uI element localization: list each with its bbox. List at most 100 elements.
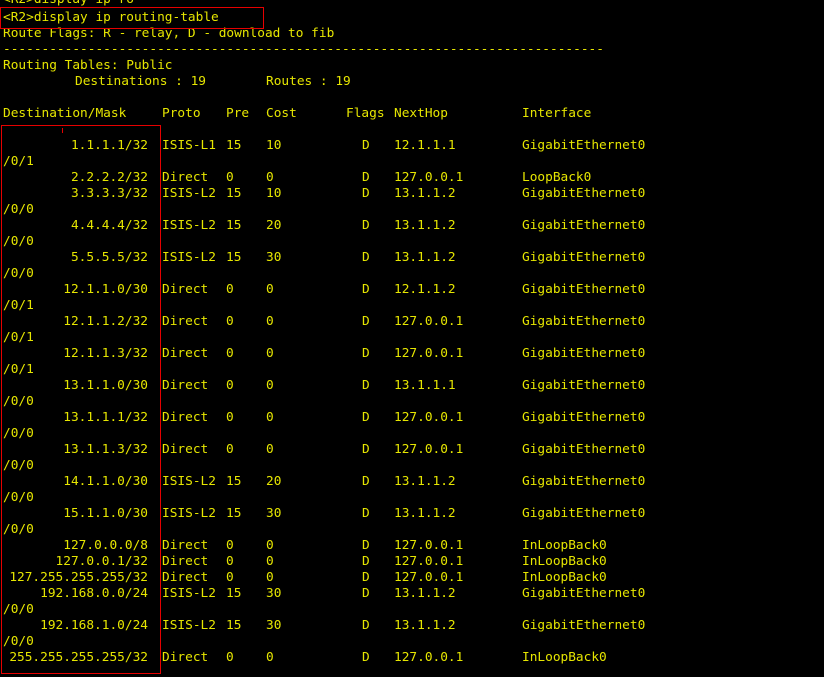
route-cost: 0 — [266, 538, 274, 553]
route-flags: D — [362, 250, 370, 265]
route-nexthop: 127.0.0.1 — [394, 538, 464, 553]
route-nexthop: 13.1.1.1 — [394, 378, 456, 393]
route-proto: ISIS-L2 — [162, 250, 216, 265]
route-preference: 15 — [226, 586, 242, 601]
route-proto: ISIS-L2 — [162, 186, 216, 201]
route-nexthop: 127.0.0.1 — [394, 442, 464, 457]
route-preference: 15 — [226, 218, 242, 233]
routing-tables-label: Routing Tables: Public — [3, 58, 173, 73]
route-cost: 0 — [266, 378, 274, 393]
route-proto: ISIS-L2 — [162, 586, 216, 601]
summary-line: Destinations : 19 Routes : 19 — [3, 74, 824, 90]
route-preference: 15 — [226, 250, 242, 265]
route-flags: D — [362, 378, 370, 393]
route-nexthop: 127.0.0.1 — [394, 554, 464, 569]
route-nexthop: 13.1.1.2 — [394, 586, 456, 601]
route-flags: D — [362, 218, 370, 233]
route-interface: GigabitEthernet0 — [522, 618, 646, 633]
header-destination: Destination/Mask — [3, 106, 127, 121]
route-interface: InLoopBack0 — [522, 554, 607, 569]
route-cost: 20 — [266, 474, 282, 489]
route-interface: GigabitEthernet0 — [522, 442, 646, 457]
route-cost: 0 — [266, 554, 274, 569]
route-nexthop: 13.1.1.2 — [394, 250, 456, 265]
route-cost: 30 — [266, 586, 282, 601]
route-cost: 30 — [266, 506, 282, 521]
route-flags: D — [362, 186, 370, 201]
route-interface: GigabitEthernet0 — [522, 410, 646, 425]
route-interface: GigabitEthernet0 — [522, 186, 646, 201]
route-flags: D — [362, 314, 370, 329]
route-nexthop: 12.1.1.1 — [394, 138, 456, 153]
route-cost: 30 — [266, 618, 282, 633]
route-preference: 0 — [226, 538, 234, 553]
route-interface: InLoopBack0 — [522, 650, 607, 665]
route-cost: 0 — [266, 282, 274, 297]
route-proto: Direct — [162, 410, 209, 425]
route-interface: GigabitEthernet0 — [522, 474, 646, 489]
route-preference: 0 — [226, 282, 234, 297]
route-interface: GigabitEthernet0 — [522, 138, 646, 153]
route-preference: 15 — [226, 474, 242, 489]
route-interface: GigabitEthernet0 — [522, 378, 646, 393]
route-preference: 0 — [226, 314, 234, 329]
route-preference: 15 — [226, 618, 242, 633]
route-proto: Direct — [162, 442, 209, 457]
route-preference: 15 — [226, 186, 242, 201]
route-cost: 0 — [266, 314, 274, 329]
route-flags: D — [362, 282, 370, 297]
route-interface: GigabitEthernet0 — [522, 218, 646, 233]
route-flags: D — [362, 346, 370, 361]
route-interface: InLoopBack0 — [522, 538, 607, 553]
header-proto: Proto — [162, 106, 201, 121]
route-proto: Direct — [162, 282, 209, 297]
route-flags: D — [362, 554, 370, 569]
route-cost: 0 — [266, 346, 274, 361]
header-pre: Pre — [226, 106, 250, 121]
route-preference: 0 — [226, 650, 234, 665]
route-preference: 15 — [226, 506, 242, 521]
route-cost: 20 — [266, 218, 282, 233]
route-flags: D — [362, 570, 370, 585]
route-nexthop: 13.1.1.2 — [394, 474, 456, 489]
route-cost: 30 — [266, 250, 282, 265]
route-cost: 10 — [266, 138, 282, 153]
route-preference: 0 — [226, 442, 234, 457]
route-cost: 10 — [266, 186, 282, 201]
route-interface: GigabitEthernet0 — [522, 250, 646, 265]
route-flags: D — [362, 410, 370, 425]
route-nexthop: 127.0.0.1 — [394, 346, 464, 361]
route-proto: Direct — [162, 554, 209, 569]
route-proto: Direct — [162, 538, 209, 553]
route-preference: 0 — [226, 346, 234, 361]
command-highlight-box — [0, 7, 264, 29]
route-nexthop: 127.0.0.1 — [394, 570, 464, 585]
route-proto: Direct — [162, 346, 209, 361]
destination-column-highlight-box — [1, 125, 161, 674]
route-nexthop: 127.0.0.1 — [394, 650, 464, 665]
route-flags: D — [362, 506, 370, 521]
terminal-output[interactable]: <R2>display ip ro <R2>display ip routing… — [0, 0, 824, 677]
header-flags: Flags — [346, 106, 385, 121]
separator-line: ----------------------------------------… — [3, 42, 604, 57]
red-tick-mark — [62, 128, 63, 133]
route-interface: InLoopBack0 — [522, 570, 607, 585]
route-proto: Direct — [162, 170, 209, 185]
route-flags: D — [362, 650, 370, 665]
route-cost: 0 — [266, 442, 274, 457]
route-interface: GigabitEthernet0 — [522, 506, 646, 521]
route-proto: Direct — [162, 378, 209, 393]
route-proto: Direct — [162, 650, 209, 665]
header-cost: Cost — [266, 106, 297, 121]
route-nexthop: 13.1.1.2 — [394, 186, 456, 201]
route-nexthop: 127.0.0.1 — [394, 410, 464, 425]
route-flags: D — [362, 618, 370, 633]
route-flags: D — [362, 170, 370, 185]
header-interface: Interface — [522, 106, 592, 121]
routes-count: Routes : 19 — [266, 74, 351, 89]
route-preference: 0 — [226, 378, 234, 393]
route-nexthop: 127.0.0.1 — [394, 170, 464, 185]
route-cost: 0 — [266, 170, 274, 185]
route-nexthop: 12.1.1.2 — [394, 282, 456, 297]
destinations-count: Destinations : 19 — [75, 74, 206, 89]
